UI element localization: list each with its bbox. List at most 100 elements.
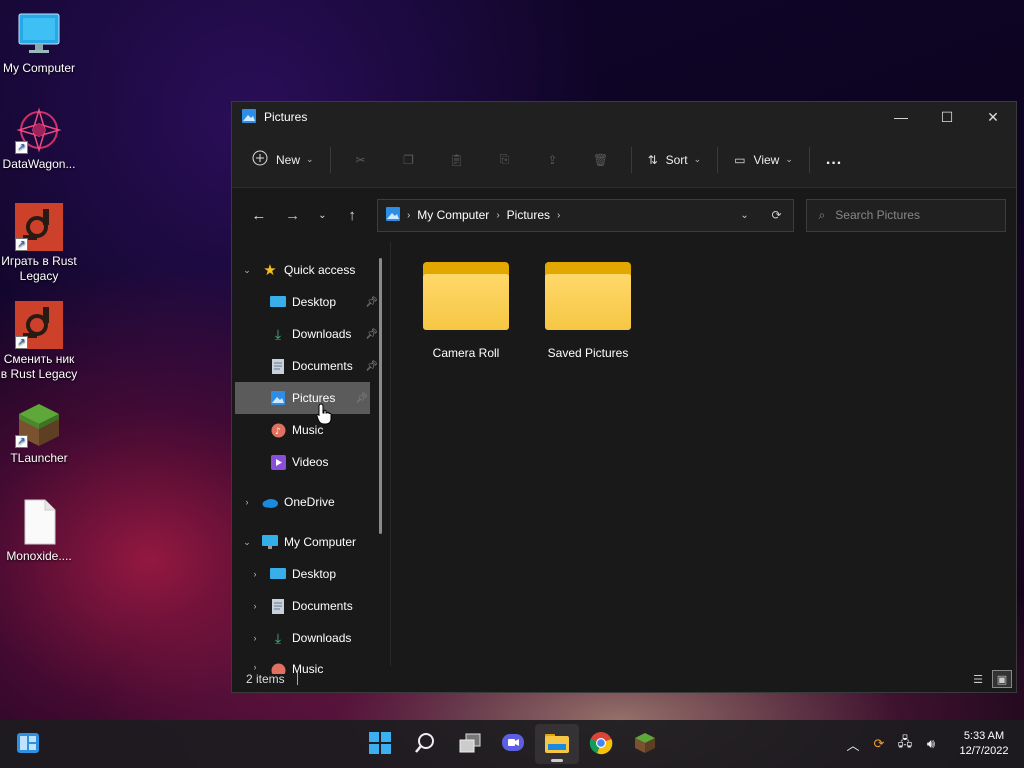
- item-count: 2 items: [246, 672, 285, 686]
- video-icon: [270, 454, 286, 470]
- file-list: Camera Roll Saved Pictures: [390, 242, 1016, 666]
- chevron-right-icon: ›: [496, 209, 500, 221]
- music-icon: ♪: [270, 422, 286, 438]
- navigation-bar: ← → ⌄ ↑ › My Computer › Pictures › ⌄ ⟳ ⌕…: [232, 188, 1016, 242]
- chevron-down-icon: ⌄: [318, 209, 327, 221]
- breadcrumb-my-computer[interactable]: My Computer: [417, 208, 489, 222]
- folder-camera-roll[interactable]: Camera Roll: [416, 262, 516, 360]
- file-explorer-taskbar-button[interactable]: [535, 724, 579, 764]
- recent-locations-button[interactable]: ⌄: [309, 200, 335, 230]
- search-box[interactable]: ⌕ Search Pictures: [805, 198, 1006, 232]
- sidebar-item-label: Desktop: [292, 295, 337, 309]
- paste-button[interactable]: 📋︎: [433, 143, 481, 177]
- volume-icon[interactable]: 🔊︎: [918, 736, 944, 752]
- sidebar-item-quick-access[interactable]: ⌄ ★ Quick access: [232, 254, 390, 286]
- list-view-icon: ☰: [973, 673, 983, 686]
- rename-icon: ⎘: [499, 152, 510, 166]
- sort-button[interactable]: ⇅ Sort ⌄: [638, 143, 712, 177]
- widgets-button[interactable]: [6, 724, 50, 764]
- chevron-down-icon: ⌄: [693, 154, 702, 164]
- sidebar-item-downloads[interactable]: ⤓ Downloads 📌︎: [232, 318, 390, 350]
- minimize-button[interactable]: —: [878, 102, 924, 132]
- search-placeholder: Search Pictures: [835, 208, 920, 222]
- clipboard-icon: 📋︎: [448, 152, 465, 167]
- address-bar[interactable]: › My Computer › Pictures › ⌄ ⟳: [376, 198, 794, 232]
- refresh-button[interactable]: ⟳: [761, 208, 793, 222]
- desktop-icon: [270, 294, 286, 310]
- close-button[interactable]: ✕: [970, 102, 1016, 132]
- sidebar-item-computer-desktop[interactable]: › Desktop: [232, 558, 390, 590]
- scissors-icon: ✂: [355, 152, 366, 167]
- pin-icon: 📌︎: [365, 328, 378, 340]
- rust-icon: ↗: [15, 301, 63, 349]
- pictures-icon: [270, 390, 286, 406]
- address-dropdown-button[interactable]: ⌄: [729, 210, 761, 221]
- desktop-icon-tlauncher[interactable]: ↗ TLauncher: [0, 400, 78, 466]
- maximize-button[interactable]: ☐: [924, 102, 970, 132]
- folder-saved-pictures[interactable]: Saved Pictures: [538, 262, 638, 360]
- sidebar-item-my-computer[interactable]: ⌄ My Computer: [232, 526, 390, 558]
- up-button[interactable]: ↑: [335, 200, 369, 230]
- view-button[interactable]: ▭ View ⌄: [724, 143, 803, 177]
- search-button[interactable]: [403, 724, 447, 764]
- chevron-right-icon: ›: [253, 601, 257, 611]
- desktop-icon-play-rust[interactable]: ↗ Играть в Rust Legacy: [0, 203, 78, 284]
- copy-button[interactable]: ❐: [385, 143, 433, 177]
- share-button[interactable]: ⇪: [529, 143, 577, 177]
- sidebar-item-onedrive[interactable]: › OneDrive: [232, 486, 390, 518]
- folder-icon: [545, 262, 631, 330]
- sidebar-item-computer-documents[interactable]: › Documents: [232, 590, 390, 622]
- sidebar-item-computer-downloads[interactable]: › ⤓ Downloads: [232, 622, 390, 654]
- sidebar-item-pictures[interactable]: Pictures 📌︎: [235, 382, 370, 414]
- desktop-icon-label: Играть в Rust Legacy: [1, 254, 77, 283]
- start-button[interactable]: [358, 724, 402, 764]
- rust-icon: ↗: [15, 203, 63, 251]
- tiles-view-icon: ▣: [996, 673, 1008, 686]
- breadcrumb-pictures[interactable]: Pictures: [507, 208, 550, 222]
- details-view-button[interactable]: ☰: [968, 670, 988, 688]
- chevron-up-icon: ︿: [846, 737, 860, 753]
- forward-button[interactable]: →: [276, 200, 310, 230]
- network-icon[interactable]: 🖧︎: [892, 733, 918, 755]
- pictures-icon: [385, 206, 400, 224]
- document-icon: [270, 598, 286, 614]
- status-separator: [296, 673, 298, 685]
- sidebar-item-videos[interactable]: Videos: [232, 446, 390, 478]
- delete-button[interactable]: 🗑︎: [577, 143, 625, 177]
- new-button[interactable]: New ⌄: [242, 143, 324, 177]
- clock-time: 5:33 AM: [963, 730, 1005, 742]
- toolbar-separator: [717, 146, 719, 173]
- chrome-icon: [589, 731, 613, 758]
- sidebar-item-label: Downloads: [292, 631, 352, 645]
- back-button[interactable]: ←: [242, 200, 276, 230]
- cut-button[interactable]: ✂: [337, 143, 385, 177]
- title-bar[interactable]: Pictures — ☐ ✕: [232, 102, 1016, 132]
- show-hidden-icons-button[interactable]: ︿: [840, 735, 866, 754]
- chrome-button[interactable]: [579, 724, 623, 764]
- sidebar-item-label: Documents: [292, 359, 353, 373]
- taskbar: ︿ ⟳ 🖧︎ 🔊︎ 5:33 AM 12/7/2022: [0, 720, 1024, 768]
- desktop-icon-monoxide[interactable]: Monoxide....: [0, 498, 78, 564]
- rename-button[interactable]: ⎘: [481, 143, 529, 177]
- sidebar-item-desktop[interactable]: Desktop 📌︎: [232, 286, 390, 318]
- close-icon: ✕: [987, 108, 999, 125]
- sidebar-item-label: Videos: [292, 455, 329, 469]
- sidebar-item-music[interactable]: ♪ Music: [232, 414, 390, 446]
- file-explorer-window: Pictures — ☐ ✕ New ⌄ ✂ ❐ 📋︎ ⎘ ⇪ 🗑︎ ⇅ Sor…: [231, 101, 1017, 693]
- sync-status-icon[interactable]: ⟳: [866, 736, 892, 752]
- clock[interactable]: 5:33 AM 12/7/2022: [948, 729, 1020, 759]
- large-icons-view-button[interactable]: ▣: [992, 670, 1012, 688]
- view-icon: ▭: [734, 152, 746, 167]
- desktop-icon-change-nick-rust[interactable]: ↗ Сменить ник в Rust Legacy: [0, 301, 78, 382]
- sidebar-item-documents[interactable]: Documents 📌︎: [232, 350, 390, 382]
- more-options-button[interactable]: ...: [816, 143, 852, 177]
- chat-button[interactable]: [491, 724, 535, 764]
- desktop-icon-datawagon[interactable]: ↗ DataWagon...: [0, 106, 78, 172]
- tlauncher-taskbar-button[interactable]: [623, 724, 667, 764]
- task-view-button[interactable]: [448, 724, 492, 764]
- sidebar-item-label: Downloads: [292, 327, 352, 341]
- toolbar-separator: [808, 146, 810, 173]
- desktop-icon-my-computer[interactable]: My Computer: [0, 10, 78, 76]
- download-icon: ⤓: [274, 629, 282, 646]
- navigation-pane: ⌄ ★ Quick access Desktop 📌︎ ⤓ Downloads …: [232, 242, 390, 674]
